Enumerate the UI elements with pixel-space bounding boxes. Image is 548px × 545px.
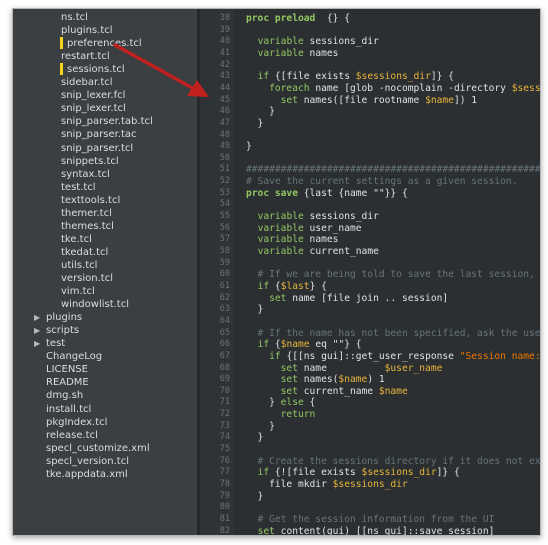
- sidebar-item-label: test.tcl: [61, 181, 96, 193]
- code-line: variable current_name: [257, 246, 379, 257]
- file-sidebar[interactable]: ns.tcl plugins.tcl preferences.tcl restart.…: [13, 9, 197, 535]
- sidebar-file[interactable]: snippets.tcl: [13, 155, 197, 168]
- sidebar-item-label: utils.tcl: [61, 259, 98, 271]
- sidebar-item-label: snippets.tcl: [61, 155, 119, 167]
- sidebar-file[interactable]: LICENSE: [13, 363, 197, 376]
- sidebar-item-label: snip_parser.tcl: [61, 142, 134, 154]
- sidebar-item-label: test: [46, 338, 66, 350]
- triangle-right-icon[interactable]: ▶: [34, 337, 40, 350]
- sidebar-file[interactable]: install.tcl: [13, 403, 197, 416]
- code-line: proc save {last {name ""}} {: [246, 187, 408, 199]
- sidebar-folder[interactable]: ▶ test: [13, 337, 197, 350]
- app-window: ns.tcl plugins.tcl preferences.tcl restart.…: [12, 8, 541, 536]
- sidebar-file[interactable]: snip_lexer.tcl: [13, 102, 197, 115]
- sidebar-file[interactable]: themes.tcl: [13, 220, 197, 233]
- sidebar-item-label: pkgIndex.tcl: [46, 416, 108, 428]
- sidebar-item-label: snip_parser.tac: [61, 129, 137, 141]
- code-line: set content(gui) [[ns gui]::save_session…: [257, 525, 495, 535]
- sidebar-item-label: plugins: [46, 312, 83, 324]
- sidebar-item-label: ns.tcl: [61, 12, 88, 23]
- code-line: }: [246, 117, 264, 129]
- sidebar-file[interactable]: vim.tcl: [13, 285, 197, 298]
- code-line: set names([file rootname $name]) 1: [280, 94, 478, 106]
- sidebar-file[interactable]: preferences.tcl: [13, 37, 197, 50]
- sidebar-item-label: README: [46, 377, 89, 389]
- sidebar-item-label: tke.tcl: [61, 233, 92, 245]
- sidebar-item-label: specl_customize.xml: [46, 442, 150, 454]
- code-line: variable names: [257, 47, 339, 59]
- sidebar-file[interactable]: specl_customize.xml: [13, 442, 197, 455]
- sidebar-file[interactable]: snip_parser.tac: [13, 128, 197, 141]
- sidebar-item-label: specl_version.tcl: [46, 455, 129, 467]
- sidebar-item-label: sidebar.tcl: [61, 77, 113, 89]
- code-editor[interactable]: proc preload {} { variable sessions_dir …: [234, 9, 540, 535]
- sidebar-file[interactable]: plugins.tcl: [13, 24, 197, 37]
- sidebar-item-label: snip_parser.tab.tcl: [61, 116, 153, 128]
- sidebar-folder[interactable]: ▶ scripts: [13, 324, 197, 337]
- sidebar-folder[interactable]: ▶ plugins: [13, 311, 197, 324]
- sidebar-file[interactable]: pkgIndex.tcl: [13, 416, 197, 429]
- sidebar-item-label: snip_lexer.tcl: [61, 103, 126, 115]
- code-line: }: [246, 432, 264, 444]
- sidebar-file[interactable]: tkedat.tcl: [13, 246, 197, 259]
- sidebar-item-label: syntax.tcl: [61, 168, 110, 180]
- line-number-gutter: 38 39 40 41 42 43 44 45 46 47 48 49 50 51 52 53 54 55 56 57…: [200, 9, 234, 535]
- triangle-right-icon[interactable]: ▶: [34, 324, 40, 337]
- sidebar-file[interactable]: syntax.tcl: [13, 168, 197, 181]
- sidebar-file[interactable]: utils.tcl: [13, 259, 197, 272]
- sidebar-file[interactable]: README: [13, 376, 197, 389]
- sidebar-file[interactable]: sidebar.tcl: [13, 76, 197, 89]
- sidebar-item-label: plugins.tcl: [61, 25, 113, 37]
- sidebar-file[interactable]: test.tcl: [13, 181, 197, 194]
- sidebar-item-label: sessions.tcl: [67, 64, 125, 76]
- sidebar-file[interactable]: snip_lexer.fcl: [13, 89, 197, 102]
- sidebar-item-label: dmg.sh: [46, 390, 84, 402]
- code-line: }: [246, 141, 252, 153]
- sidebar-file[interactable]: tke.tcl: [13, 233, 197, 246]
- sidebar-file[interactable]: specl_version.tcl: [13, 455, 197, 468]
- sidebar-item-label: install.tcl: [46, 403, 92, 415]
- sidebar-item-label: windowlist.tcl: [61, 299, 130, 311]
- sidebar-item-label: restart.tcl: [61, 51, 110, 63]
- sidebar-file[interactable]: snip_parser.tcl: [13, 142, 197, 155]
- code-line: file mkdir $sessions_dir: [246, 479, 408, 490]
- sidebar-item-label: scripts: [46, 325, 80, 337]
- sidebar-item-label: tkedat.tcl: [61, 246, 109, 258]
- sidebar-file[interactable]: snip_parser.tab.tcl: [13, 115, 197, 128]
- sidebar-file[interactable]: ChangeLog: [13, 350, 197, 363]
- sidebar-file[interactable]: themer.tcl: [13, 207, 197, 220]
- sidebar-item-label: themer.tcl: [61, 207, 112, 219]
- sidebar-file[interactable]: sessions.tcl: [13, 63, 197, 76]
- triangle-right-icon[interactable]: ▶: [34, 311, 40, 324]
- sidebar-file[interactable]: restart.tcl: [13, 50, 197, 63]
- code-line: }: [246, 490, 264, 502]
- sidebar-file[interactable]: version.tcl: [13, 272, 197, 285]
- sidebar-file[interactable]: texttools.tcl: [13, 194, 197, 207]
- sidebar-item-label: snip_lexer.fcl: [61, 90, 126, 102]
- sidebar-item-label: texttools.tcl: [61, 194, 121, 206]
- sidebar-file[interactable]: ns.tcl: [13, 11, 197, 24]
- sidebar-item-label: ChangeLog: [46, 351, 103, 363]
- sidebar-item-label: preferences.tcl: [67, 38, 142, 50]
- sidebar-file[interactable]: windowlist.tcl: [13, 298, 197, 311]
- sidebar-item-label: themes.tcl: [61, 220, 114, 232]
- sidebar-item-label: tke.appdata.xml: [46, 468, 128, 480]
- code-line: }: [246, 304, 264, 316]
- line-number: 82: [219, 525, 230, 536]
- sidebar-item-label: release.tcl: [46, 429, 98, 441]
- sidebar-item-label: version.tcl: [61, 273, 114, 284]
- sidebar-file[interactable]: release.tcl: [13, 429, 197, 442]
- sidebar-file[interactable]: dmg.sh: [13, 389, 197, 402]
- sidebar-file[interactable]: tke.appdata.xml: [13, 468, 197, 481]
- code-line: proc preload {} {: [246, 13, 350, 24]
- code-line: set name [file join .. session]: [269, 292, 449, 304]
- sidebar-item-label: LICENSE: [46, 364, 88, 376]
- sidebar-item-label: vim.tcl: [61, 286, 95, 298]
